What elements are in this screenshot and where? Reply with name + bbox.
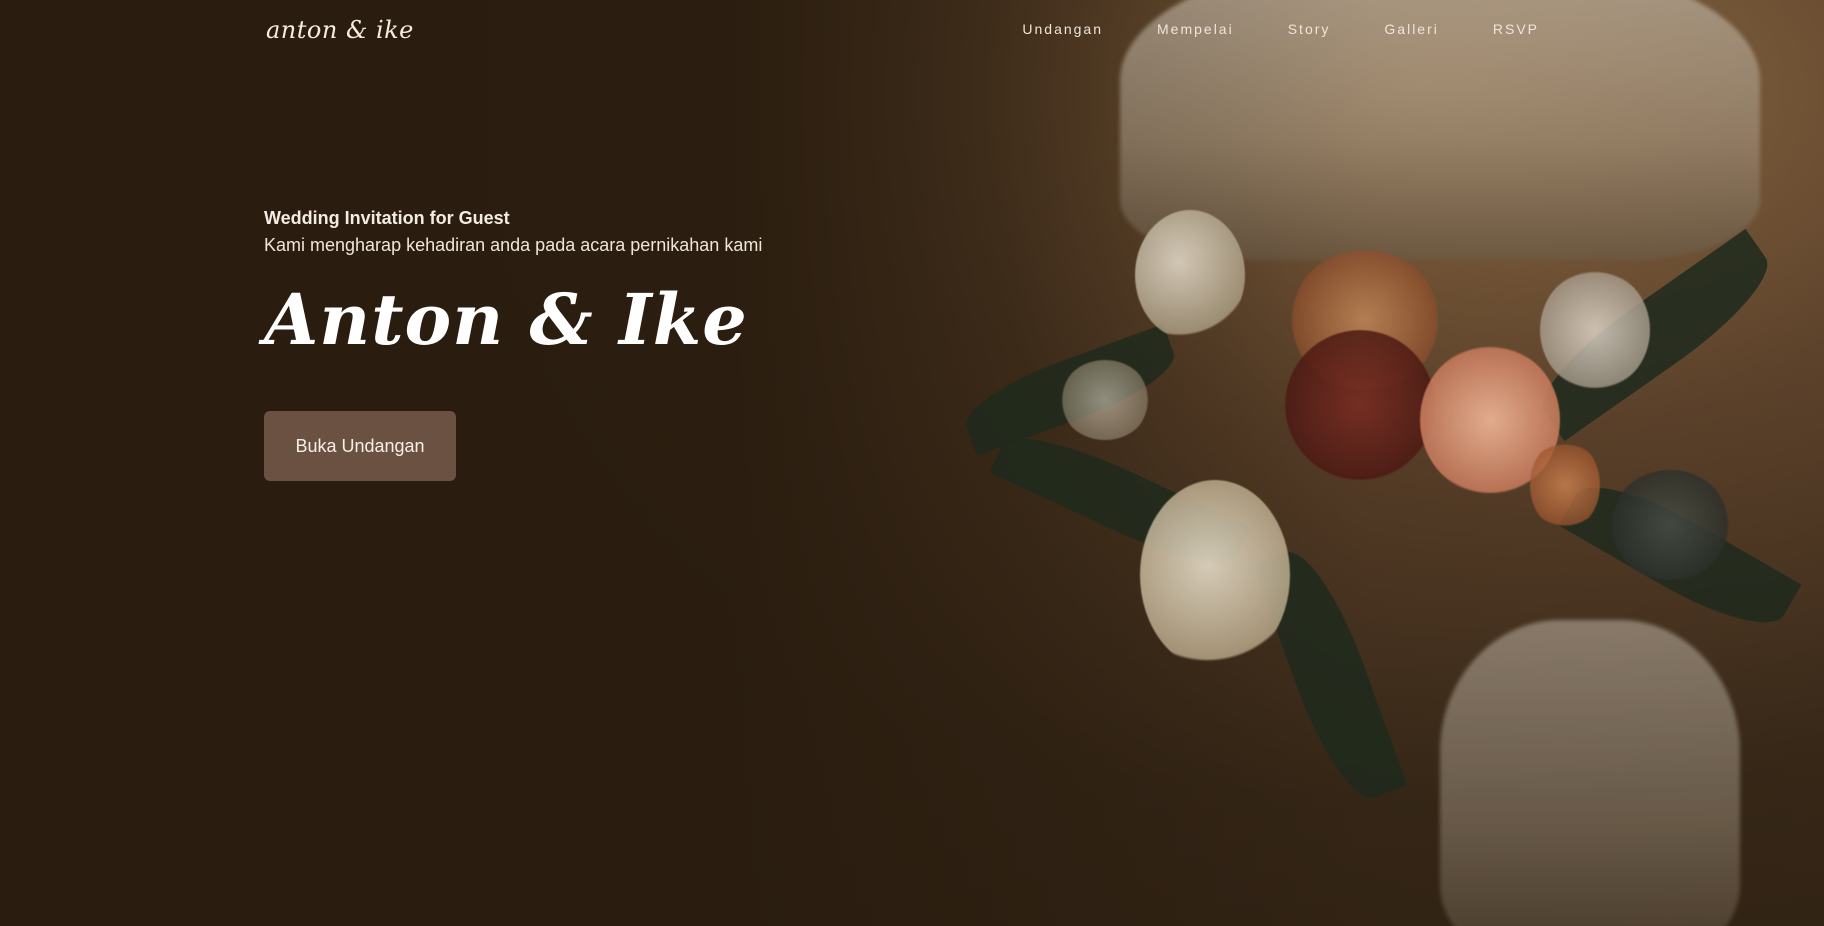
hero-lead: Kami mengharap kehadiran anda pada acara… [264, 235, 763, 255]
nav-item-rsvp[interactable]: RSVP [1493, 21, 1539, 37]
nav-item-mempelai[interactable]: Mempelai [1157, 21, 1234, 37]
hero-content: Wedding Invitation for Guest Kami mengha… [264, 208, 762, 481]
nav-item-galleri[interactable]: Galleri [1384, 21, 1438, 37]
open-invitation-button[interactable]: Buka Undangan [264, 411, 456, 481]
couple-names: Anton & Ike [264, 278, 748, 361]
top-nav: anton & ike Undangan Mempelai Story Gall… [0, 0, 1824, 70]
nav-item-story[interactable]: Story [1288, 21, 1331, 37]
nav-menu: Undangan Mempelai Story Galleri RSVP [1022, 21, 1539, 37]
hero-kicker: Wedding Invitation for Guest [264, 208, 510, 228]
nav-item-undangan[interactable]: Undangan [1022, 21, 1103, 37]
hero-section: anton & ike Undangan Mempelai Story Gall… [0, 0, 1824, 926]
brand-logo[interactable]: anton & ike [266, 16, 414, 44]
